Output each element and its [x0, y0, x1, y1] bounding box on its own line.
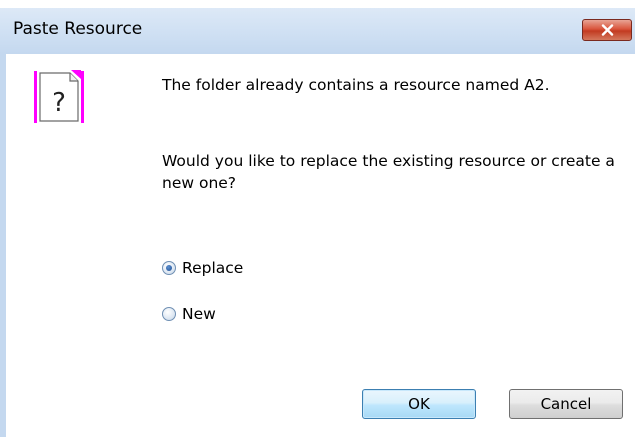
title-bar[interactable]: Paste Resource — [0, 8, 635, 54]
replace-radio-button[interactable] — [162, 261, 176, 275]
paste-resource-dialog: Paste Resource ? The folder already cont… — [0, 0, 635, 437]
new-radio-option[interactable]: New — [162, 304, 216, 324]
window-title: Paste Resource — [13, 19, 143, 39]
svg-text:?: ? — [52, 88, 66, 118]
message-line-2: Would you like to replace the existing r… — [162, 152, 615, 192]
replace-radio-option[interactable]: Replace — [162, 258, 243, 278]
message-line-1: The folder already contains a resource n… — [162, 76, 550, 94]
new-radio-label[interactable]: New — [182, 305, 216, 323]
window-frame — [0, 54, 6, 437]
ok-button[interactable]: OK — [362, 389, 476, 419]
close-icon — [601, 24, 614, 36]
close-button[interactable] — [582, 19, 632, 41]
replace-radio-label[interactable]: Replace — [182, 259, 243, 277]
cancel-button[interactable]: Cancel — [509, 389, 623, 419]
question-document-icon: ? — [34, 70, 84, 124]
new-radio-button[interactable] — [162, 307, 176, 321]
